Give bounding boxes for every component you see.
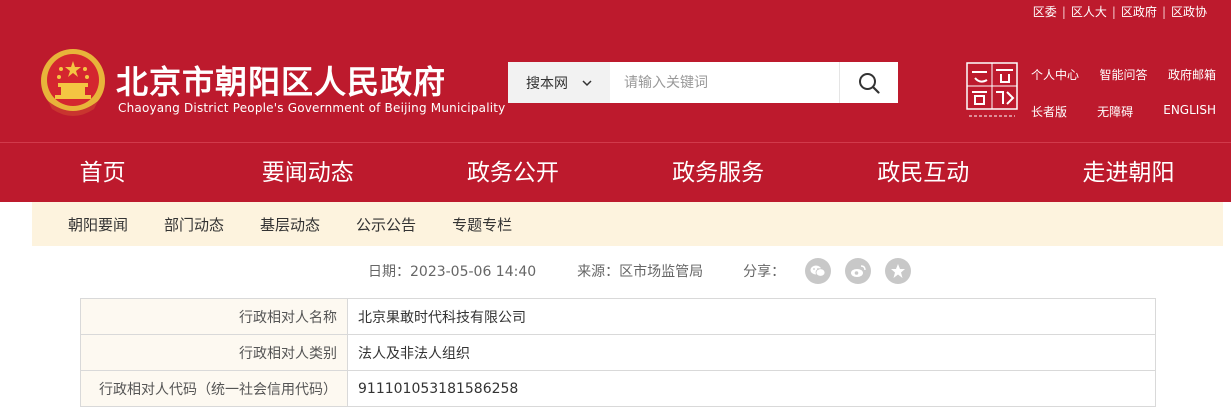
table-label: 行政相对人类别 [80,334,348,371]
subnav-item-chaoyang-news[interactable]: 朝阳要闻 [68,214,128,235]
nav-item-interaction[interactable]: 政民互动 [821,143,1026,202]
table-value: 北京果敢时代科技有限公司 [347,298,1156,335]
sub-nav: 朝阳要闻 部门动态 基层动态 公示公告 专题专栏 [32,202,1223,246]
table-label: 行政相对人名称 [80,298,348,335]
quick-links-row: 长者版 无障碍 ENGLISH [1031,103,1216,120]
header: 区委 | 区人大 | 区政府 | 区政协 北京市朝阳区人民政府 Chaoyang… [0,0,1231,142]
user-center-link[interactable]: 个人中心 [1031,66,1079,83]
nav-item-government-affairs[interactable]: 政务公开 [410,143,615,202]
article-source: 来源：区市场监管局 [577,264,704,280]
subnav-item-special-topics[interactable]: 专题专栏 [452,214,512,235]
smart-qa-link[interactable]: 智能问答 [1099,66,1147,83]
site-subtitle: Chaoyang District People's Government of… [118,101,506,115]
chevron-down-icon [582,79,592,86]
table-row: 行政相对人类别 法人及非法人组织 [80,334,1156,371]
search-scope-select[interactable]: 搜本网 [508,62,610,103]
subnav-item-announcements[interactable]: 公示公告 [356,214,416,235]
article-meta: 日期：2023-05-06 14:40 来源：区市场监管局 分享： [368,256,925,286]
divider: | [1061,4,1066,19]
english-link[interactable]: ENGLISH [1163,103,1216,120]
publish-date: 日期：2023-05-06 14:40 [368,264,537,280]
subnav-item-grassroots-news[interactable]: 基层动态 [260,214,320,235]
table-value: 法人及非法人组织 [347,334,1156,371]
search-icon [859,72,880,94]
nav-item-news[interactable]: 要闻动态 [205,143,410,202]
government-mailbox-link[interactable]: 政府邮箱 [1168,66,1216,83]
wechat-icon[interactable] [805,258,832,284]
nav-item-government-services[interactable]: 政务服务 [616,143,821,202]
main-nav: 首页 要闻动态 政务公开 政务服务 政民互动 走进朝阳 [0,142,1231,202]
top-link-district-government[interactable]: 区政府 [1121,3,1157,20]
search-input[interactable] [610,62,839,103]
top-link-district-cppcc[interactable]: 区政协 [1171,3,1207,20]
divider: | [1161,4,1166,19]
elderly-version-link[interactable]: 长者版 [1031,103,1067,120]
accessibility-link[interactable]: 无障碍 [1097,103,1133,120]
subnav-item-department-news[interactable]: 部门动态 [164,214,224,235]
beijing-capital-logo-icon[interactable] [965,62,1019,120]
top-link-district-congress[interactable]: 区人大 [1071,3,1107,20]
top-links: 区委 | 区人大 | 区政府 | 区政协 [1033,3,1207,20]
top-link-district-committee[interactable]: 区委 [1033,3,1057,20]
search-bar: 搜本网 [508,62,898,103]
quick-links-row: 个人中心 智能问答 政府邮箱 [1031,66,1216,83]
national-emblem-icon[interactable] [38,47,108,119]
nav-item-home[interactable]: 首页 [0,143,205,202]
weibo-icon[interactable] [845,258,872,284]
nav-item-about-chaoyang[interactable]: 走进朝阳 [1026,143,1231,202]
share-label: 分享： [743,264,786,280]
quick-links: 个人中心 智能问答 政府邮箱 长者版 无障碍 ENGLISH [1031,66,1216,120]
search-scope-label: 搜本网 [526,75,568,92]
table-row: 行政相对人代码（统一社会信用代码） 911101053181586258 [80,370,1156,407]
search-button[interactable] [839,62,898,103]
site-title[interactable]: 北京市朝阳区人民政府 [116,57,446,103]
table-value: 911101053181586258 [347,370,1156,407]
penalty-info-table: 行政相对人名称 北京果敢时代科技有限公司 行政相对人类别 法人及非法人组织 行政… [80,298,1156,407]
qzone-icon[interactable] [885,258,912,284]
table-row: 行政相对人名称 北京果敢时代科技有限公司 [80,298,1156,335]
divider: | [1111,4,1116,19]
table-label: 行政相对人代码（统一社会信用代码） [80,370,348,407]
